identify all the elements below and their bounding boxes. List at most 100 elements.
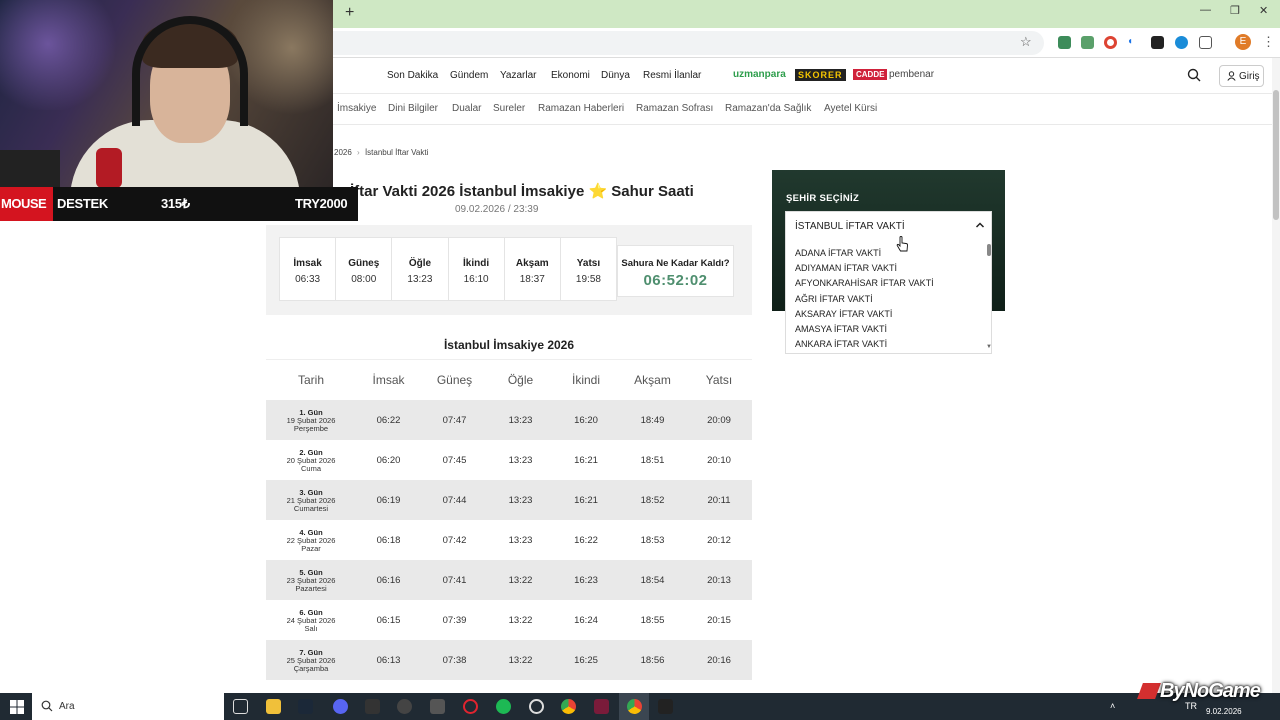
brand-skorer[interactable]: SKORER bbox=[795, 69, 846, 81]
city-option[interactable]: AĞRI İFTAR VAKTİ bbox=[795, 294, 873, 304]
page-title: İftar Vakti 2026 İstanbul İmsakiye ⭐ Sah… bbox=[350, 183, 694, 200]
spotify-icon[interactable] bbox=[496, 699, 511, 714]
taskbar-date[interactable]: 9.02.2026 bbox=[1206, 707, 1242, 716]
epic-games-icon[interactable] bbox=[365, 699, 380, 714]
time-cell: 16:21 bbox=[574, 454, 598, 466]
brand-pembenar[interactable]: pembenar bbox=[889, 69, 934, 80]
column-header: İkindi bbox=[571, 373, 600, 387]
time-cell: 07:44 bbox=[442, 494, 467, 506]
city-option[interactable]: ADIYAMAN İFTAR VAKTİ bbox=[795, 263, 897, 273]
omnibox[interactable] bbox=[300, 31, 1044, 55]
tray-chevron-icon[interactable]: ˄ bbox=[1110, 701, 1115, 711]
subnav-sureler[interactable]: Sureler bbox=[493, 103, 525, 114]
bynogame-watermark: ByNoGame bbox=[1140, 680, 1261, 703]
time-cell: 16:22 bbox=[574, 534, 598, 546]
time-cell: 06:13 bbox=[376, 654, 401, 666]
puzzle-icon[interactable] bbox=[1199, 36, 1212, 49]
breadcrumb-prev[interactable]: 2026 bbox=[334, 148, 352, 157]
app-icon[interactable] bbox=[594, 699, 609, 714]
day-weekday: Pazar bbox=[301, 543, 321, 553]
steam-icon[interactable] bbox=[298, 699, 313, 714]
time-cell: 13:22 bbox=[508, 574, 533, 586]
nav-gundem[interactable]: Gündem bbox=[450, 70, 488, 81]
table-row: 7. Gün 25 Şubat 2026 Çarşamba 06:13 07:38 13:… bbox=[266, 640, 752, 680]
subnav-ramazan-haberleri[interactable]: Ramazan Haberleri bbox=[538, 103, 624, 114]
close-window-button[interactable]: ✕ bbox=[1259, 4, 1268, 17]
city-option[interactable]: ANKARA İFTAR VAKTİ bbox=[795, 339, 887, 349]
file-explorer-icon[interactable] bbox=[266, 699, 281, 714]
nav-yazarlar[interactable]: Yazarlar bbox=[500, 70, 537, 81]
new-tab-button[interactable]: + bbox=[345, 4, 354, 22]
epic-games-icon[interactable] bbox=[658, 699, 673, 714]
time-value: 16:10 bbox=[463, 274, 489, 285]
time-cell: 13:22 bbox=[508, 654, 533, 666]
scroll-down-arrow-icon[interactable]: ▼ bbox=[986, 344, 991, 350]
time-cell: 16:24 bbox=[574, 614, 598, 626]
city-option[interactable]: AKSARAY İFTAR VAKTİ bbox=[795, 309, 892, 319]
restore-button[interactable]: ❐ bbox=[1230, 4, 1240, 17]
search-icon[interactable] bbox=[1187, 68, 1201, 82]
discord-icon[interactable] bbox=[333, 699, 348, 714]
day-weekday: Perşembe bbox=[293, 423, 329, 433]
unity-icon[interactable] bbox=[430, 699, 445, 714]
time-cell: 16:20 bbox=[574, 414, 598, 426]
subnav-dualar[interactable]: Dualar bbox=[452, 103, 481, 114]
time-cell: 20:09 bbox=[707, 414, 731, 426]
table-row: 3. Gün 21 Şubat 2026 Cumartesi 06:19 07:44 13… bbox=[266, 480, 752, 520]
nav-ekonomi[interactable]: Ekonomi bbox=[551, 70, 590, 81]
brand-cadde[interactable]: CADDE bbox=[853, 69, 888, 80]
brand-uzmanpara[interactable]: uzmanpara bbox=[733, 69, 786, 80]
day-weekday: Çarşamba bbox=[293, 663, 329, 673]
subnav-ramazan-sofrasi[interactable]: Ramazan Sofrası bbox=[636, 103, 713, 114]
star-icon[interactable]: ☆ bbox=[1020, 34, 1032, 50]
nav-dunya[interactable]: Dünya bbox=[601, 70, 630, 81]
dropdown-scrollbar[interactable] bbox=[987, 244, 991, 256]
chrome-icon[interactable] bbox=[561, 699, 576, 714]
column-header: Akşam bbox=[634, 373, 671, 387]
subnav-imsakiye[interactable]: İmsakiye bbox=[337, 103, 376, 114]
login-button[interactable]: Giriş bbox=[1219, 65, 1264, 87]
webcam-light bbox=[0, 0, 120, 110]
city-option[interactable]: AMASYA İFTAR VAKTİ bbox=[795, 324, 887, 334]
imsakiye-table: İstanbul İmsakiye 2026 Tarih İmsak Güneş… bbox=[266, 328, 752, 720]
opera-icon[interactable] bbox=[463, 699, 478, 714]
city-option[interactable]: AFYONKARAHİSAR İFTAR VAKTİ bbox=[795, 278, 934, 288]
city-select[interactable]: İSTANBUL İFTAR VAKTİ bbox=[785, 211, 992, 240]
day-weekday: Pazartesi bbox=[295, 583, 327, 593]
time-cell-imsak: İmsak 06:33 bbox=[280, 238, 337, 300]
time-cell: 07:38 bbox=[442, 654, 467, 666]
extension-icon[interactable] bbox=[1081, 36, 1094, 49]
minimize-button[interactable]: — bbox=[1200, 4, 1211, 16]
time-label: İkindi bbox=[463, 258, 490, 269]
profile-avatar[interactable]: E bbox=[1235, 34, 1251, 50]
chrome-icon[interactable] bbox=[627, 699, 642, 714]
subnav-dini-bilgiler[interactable]: Dini Bilgiler bbox=[388, 103, 438, 114]
audio-extension-icon[interactable]: ◖ bbox=[1127, 36, 1140, 49]
time-cell: 07:47 bbox=[442, 414, 467, 426]
webcam-overlay bbox=[0, 0, 333, 187]
time-value: 18:37 bbox=[519, 274, 545, 285]
menu-icon[interactable]: ⋮ bbox=[1262, 34, 1275, 50]
column-header: Tarih bbox=[297, 373, 324, 387]
prayer-times-strip: İmsak 06:33 Güneş 08:00 Öğle 13:23 İkindi 16… bbox=[279, 237, 617, 301]
login-label: Giriş bbox=[1239, 71, 1260, 82]
app-icon[interactable] bbox=[397, 699, 412, 714]
extension-icon[interactable] bbox=[1058, 36, 1071, 49]
ticker-amount: 315₺ bbox=[161, 196, 190, 211]
extension-icon[interactable] bbox=[1175, 36, 1188, 49]
windows-start-icon[interactable] bbox=[10, 700, 24, 714]
settings-icon[interactable] bbox=[529, 699, 544, 714]
extension-icon[interactable] bbox=[1151, 36, 1164, 49]
subnav-ramazanda-saglik[interactable]: Ramazan'da Sağlık bbox=[725, 103, 811, 114]
city-option[interactable]: ADANA İFTAR VAKTİ bbox=[795, 248, 881, 258]
task-view-icon[interactable] bbox=[233, 699, 248, 714]
subnav-ayetel-kursi[interactable]: Ayetel Kürsi bbox=[824, 103, 877, 114]
column-header: İmsak bbox=[372, 373, 405, 387]
donation-ticker: MOUSE DESTEK 315₺ TRY2000 bbox=[0, 187, 358, 221]
taskbar-search[interactable]: Ara bbox=[32, 693, 224, 720]
nav-son-dakika[interactable]: Son Dakika bbox=[387, 70, 438, 81]
city-selected-value: İSTANBUL İFTAR VAKTİ bbox=[795, 221, 905, 232]
record-extension-icon[interactable] bbox=[1104, 36, 1117, 49]
nav-resmi-ilanlar[interactable]: Resmi İlanlar bbox=[643, 70, 701, 81]
page-scrollbar-thumb[interactable] bbox=[1273, 90, 1279, 220]
